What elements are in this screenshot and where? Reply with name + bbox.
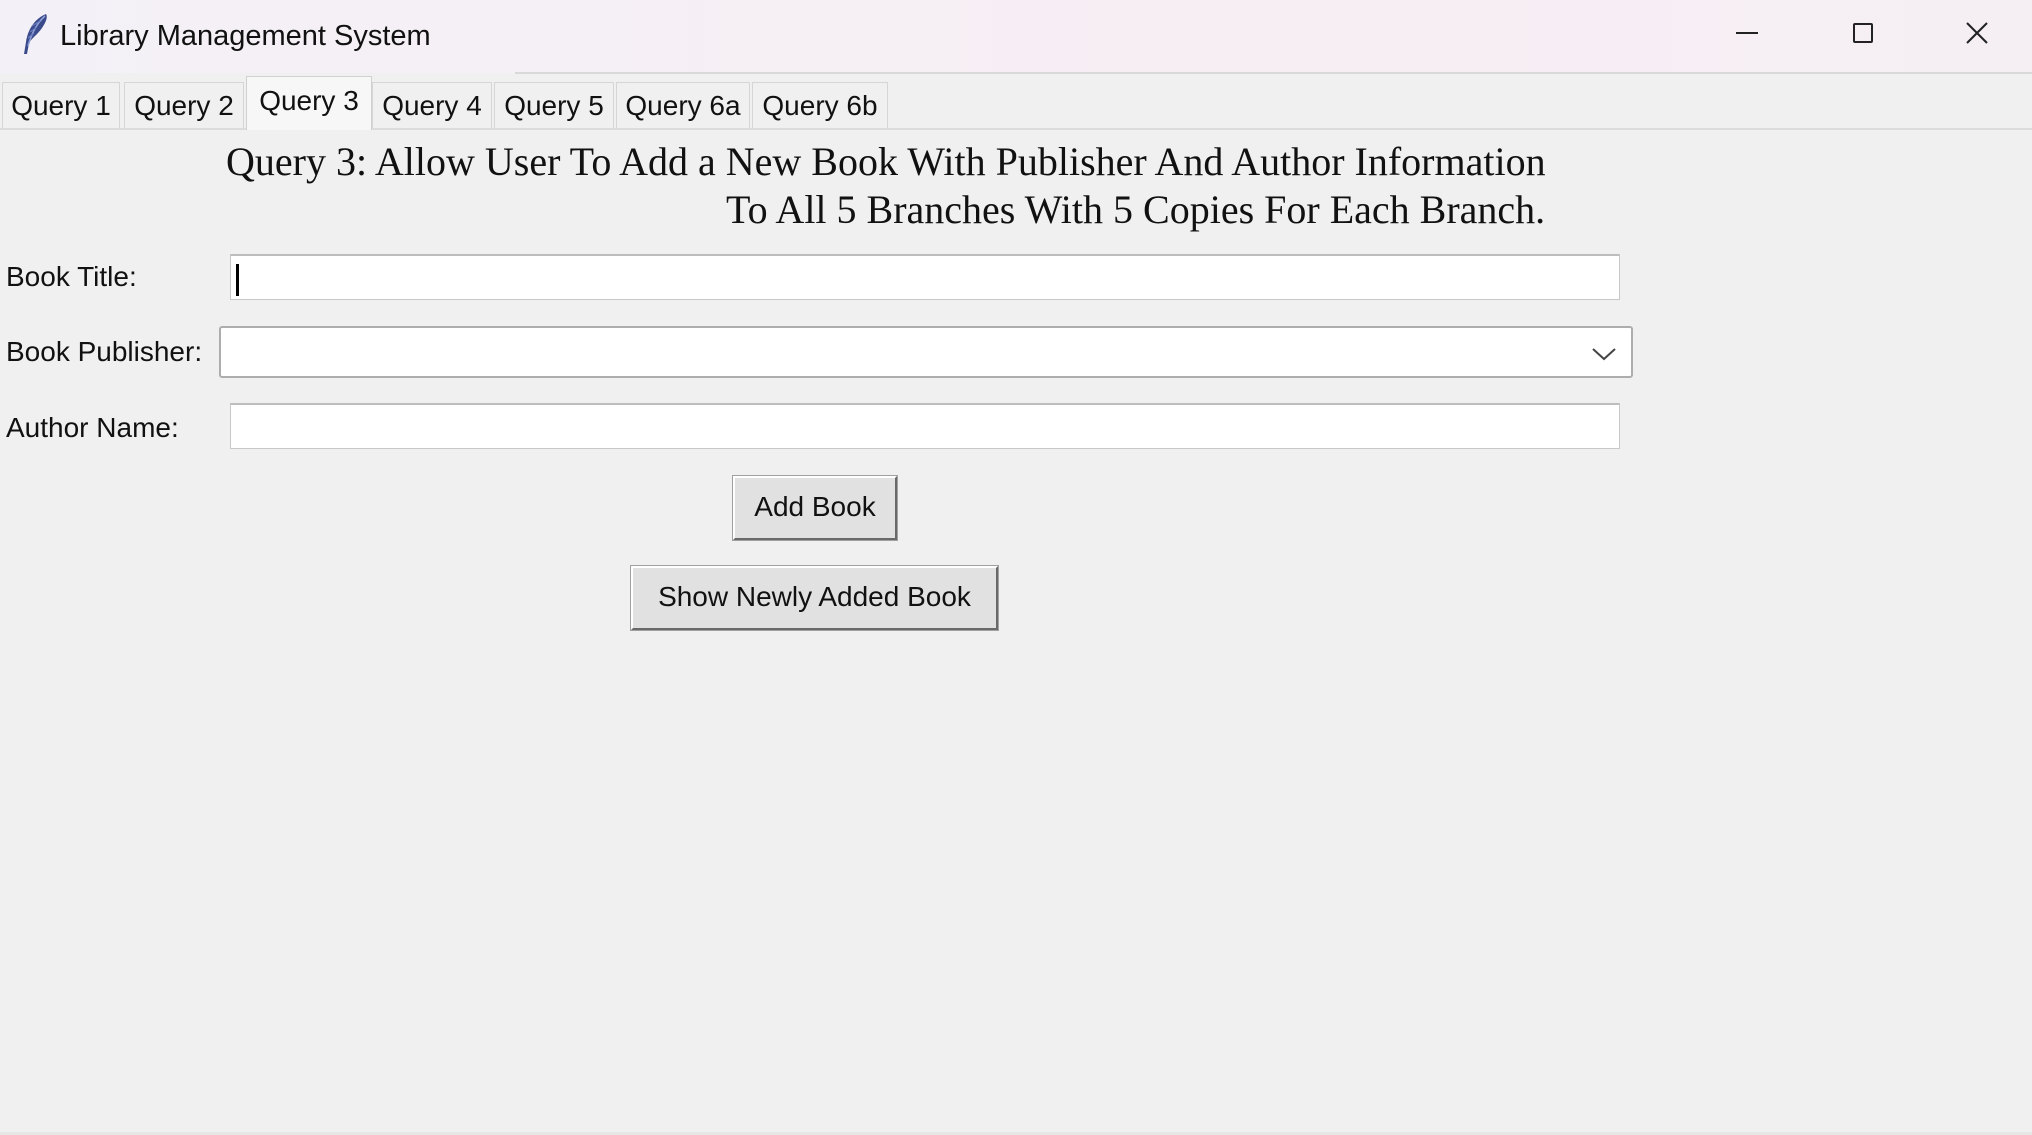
window-titlebar[interactable]: Library Management System [0,0,2032,73]
titlebar-divider [515,72,2032,74]
query-heading-line-1: Query 3: Allow User To Add a New Book Wi… [226,139,1546,184]
maximize-icon [1853,23,1873,43]
tab-query-6b[interactable]: Query 6b [752,82,888,128]
close-icon [1966,22,1988,44]
tab-query-4[interactable]: Query 4 [372,82,492,128]
show-newly-added-book-button[interactable]: Show Newly Added Book [630,565,999,631]
chevron-down-icon[interactable] [1591,346,1617,362]
maximize-button[interactable] [1806,0,1920,66]
book-title-label: Book Title: [6,261,137,292]
close-button[interactable] [1920,0,2032,66]
text-caret [236,264,239,296]
tab-query-1[interactable]: Query 1 [2,82,120,128]
tab-query-5[interactable]: Query 5 [494,82,614,128]
tab-query-6a[interactable]: Query 6a [616,82,750,128]
author-name-input[interactable] [230,403,1620,449]
query-heading: Query 3: Allow User To Add a New Book Wi… [226,138,1626,234]
query-heading-line-2: To All 5 Branches With 5 Copies For Each… [726,187,1546,232]
tab-bar: Query 1 Query 2 Query 3 Query 4 Query 5 … [0,76,2032,130]
author-name-label: Author Name: [6,412,179,443]
minimize-button[interactable] [1690,0,1804,66]
book-publisher-label: Book Publisher: [6,336,203,367]
tab-query-3[interactable]: Query 3 [246,76,372,130]
feather-icon [24,14,47,54]
book-title-input[interactable] [230,254,1620,300]
window-title: Library Management System [60,20,431,52]
tab-query-2[interactable]: Query 2 [124,82,244,128]
book-publisher-combobox[interactable] [219,326,1633,378]
minimize-icon [1736,32,1758,34]
add-book-button[interactable]: Add Book [732,475,898,541]
